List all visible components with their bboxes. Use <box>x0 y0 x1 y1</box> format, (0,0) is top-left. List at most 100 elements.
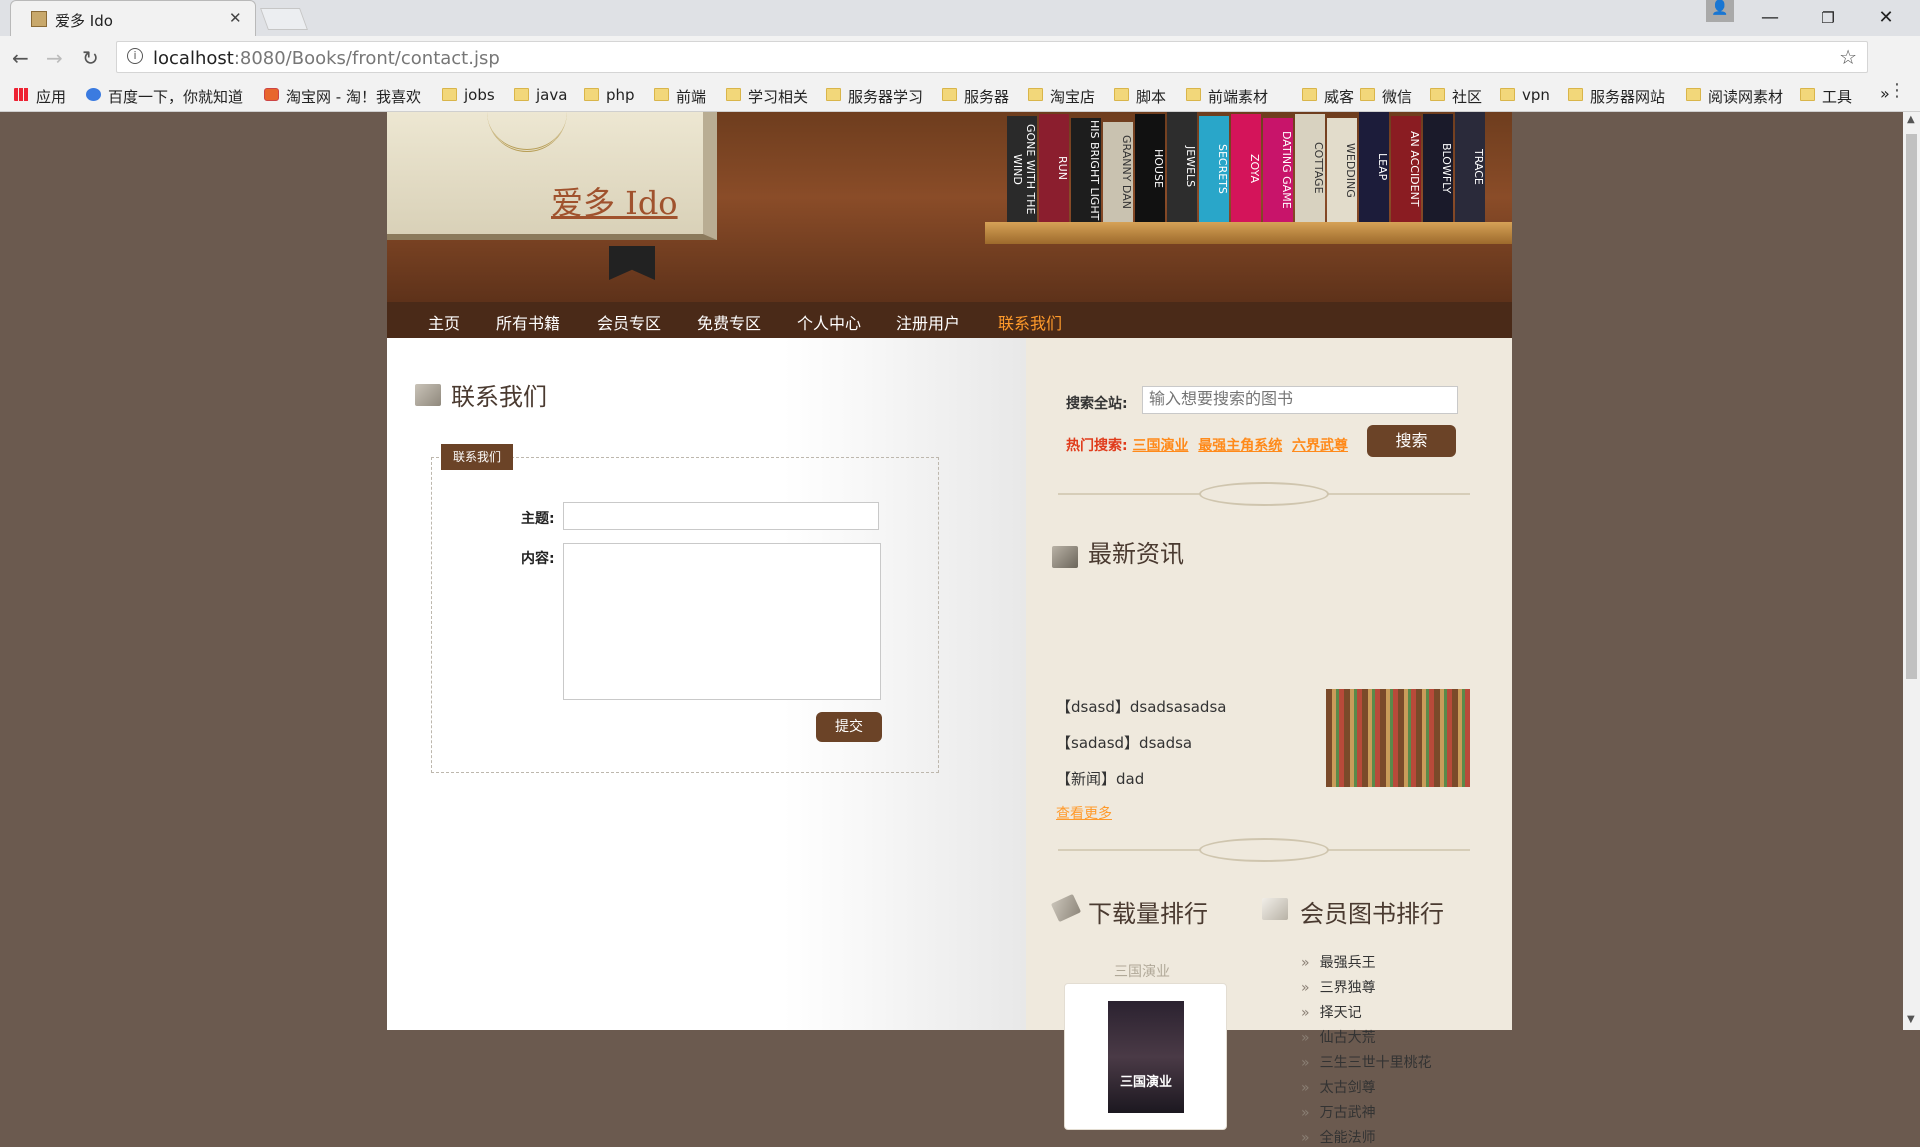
site-logo[interactable]: 爱多 Ido <box>551 178 678 224</box>
bookmark-folder[interactable]: 服务器网站 <box>1568 86 1665 107</box>
header-book-image: 爱多 Ido <box>387 112 717 240</box>
book-spine: COTTAGE <box>1295 114 1325 222</box>
member-rank-item[interactable]: » 三界独尊 <box>1301 977 1376 997</box>
folder-icon <box>514 88 529 101</box>
bookmark-folder[interactable]: java <box>514 86 567 104</box>
search-input[interactable] <box>1142 386 1458 414</box>
scrollbar-thumb[interactable] <box>1906 134 1917 679</box>
reload-icon[interactable]: ↻ <box>82 46 99 70</box>
restore-icon[interactable]: ❐ <box>1806 4 1850 32</box>
nav-register[interactable]: 注册用户 <box>896 310 960 334</box>
bookmark-apps[interactable]: 应用 <box>14 86 66 107</box>
book-spine: GONE WITH THE WIND <box>1007 116 1037 222</box>
download-book-card[interactable]: 三国演业 <box>1064 983 1227 1130</box>
bookmark-star-icon[interactable]: ☆ <box>1839 45 1857 69</box>
nav-contact-us[interactable]: 联系我们 <box>998 310 1062 334</box>
bookmark-folder[interactable]: 服务器学习 <box>826 86 923 107</box>
window-close-icon[interactable]: ✕ <box>1864 4 1908 32</box>
folder-icon <box>1114 88 1129 101</box>
chevron-right-icon: » <box>1301 1130 1310 1146</box>
divider-ornament <box>1199 482 1329 506</box>
forward-icon[interactable]: → <box>46 46 63 70</box>
folder-icon <box>1500 88 1515 101</box>
submit-button[interactable]: 提交 <box>816 712 882 742</box>
news-item[interactable]: 【sadasd】dsadsa <box>1056 732 1192 753</box>
scroll-down-icon[interactable]: ▼ <box>1907 1014 1915 1025</box>
news-item[interactable]: 【dsasd】dsadsasadsa <box>1056 696 1226 717</box>
member-rank-item[interactable]: » 仙古大荒 <box>1301 1027 1376 1047</box>
chevron-right-icon: » <box>1301 955 1310 971</box>
bookmark-folder[interactable]: 工具 <box>1800 86 1852 107</box>
download-icon <box>1050 893 1082 923</box>
bookmark-taobao[interactable]: 淘宝网 - 淘！我喜欢 <box>264 86 421 107</box>
back-icon[interactable]: ← <box>12 46 29 70</box>
bookmark-folder[interactable]: 脚本 <box>1114 86 1166 107</box>
nav-all-books[interactable]: 所有书籍 <box>496 310 560 334</box>
folder-icon <box>1686 88 1701 101</box>
member-rank-item[interactable]: » 万古武神 <box>1301 1102 1376 1122</box>
search-button[interactable]: 搜索 <box>1367 425 1456 457</box>
content-textarea[interactable] <box>563 543 881 700</box>
news-more-link[interactable]: 查看更多 <box>1056 803 1112 823</box>
member-rank-item[interactable]: » 最强兵王 <box>1301 952 1376 972</box>
subject-input[interactable] <box>563 502 879 530</box>
book-spine: ZOYA <box>1231 114 1261 222</box>
download-book-caption[interactable]: 三国演业 <box>1114 961 1170 981</box>
book-spine: WEDDING <box>1327 118 1357 222</box>
member-rank-item[interactable]: » 太古剑尊 <box>1301 1077 1376 1097</box>
apps-icon <box>14 88 29 101</box>
close-tab-icon[interactable]: ✕ <box>229 9 242 27</box>
nav-home[interactable]: 主页 <box>428 310 460 334</box>
hot-search-item[interactable]: 六界武尊 <box>1292 438 1348 454</box>
scroll-up-icon[interactable]: ▲ <box>1907 114 1915 125</box>
new-tab-button[interactable] <box>259 8 309 30</box>
more-bookmarks-icon[interactable]: » <box>1880 84 1890 103</box>
folder-icon <box>1302 88 1317 101</box>
url-text[interactable]: localhost:8080/Books/front/contact.jsp <box>153 48 500 69</box>
member-rank-item[interactable]: » 全能法师 <box>1301 1127 1376 1147</box>
news-image <box>1326 689 1470 787</box>
bookmark-folder[interactable]: 服务器 <box>942 86 1009 107</box>
browser-tab[interactable]: 爱多 Ido ✕ <box>10 0 256 36</box>
hot-search-item[interactable]: 三国演业 <box>1132 438 1188 454</box>
download-rank-title: 下载量排行 <box>1088 900 1208 928</box>
bookmark-ribbon <box>609 246 655 280</box>
search-label: 搜索全站: <box>1066 396 1128 412</box>
folder-icon <box>826 88 841 101</box>
folder-icon <box>1186 88 1201 101</box>
chevron-right-icon: » <box>1301 1080 1310 1096</box>
folder-icon <box>654 88 669 101</box>
member-rank-item[interactable]: » 择天记 <box>1301 1002 1362 1022</box>
nav-personal-center[interactable]: 个人中心 <box>797 310 861 334</box>
bookmark-baidu[interactable]: 百度一下，你就知道 <box>86 86 243 107</box>
nav-free-zone[interactable]: 免费专区 <box>697 310 761 334</box>
bookmark-folder[interactable]: php <box>584 86 635 104</box>
bookmark-folder[interactable]: 微信 <box>1360 86 1412 107</box>
bookmark-folder[interactable]: jobs <box>442 86 495 104</box>
book-spine: TRACE <box>1455 112 1485 222</box>
nav-member-zone[interactable]: 会员专区 <box>597 310 661 334</box>
tab-strip: 爱多 Ido ✕ 👤 — ❐ ✕ <box>0 0 1920 36</box>
member-rank-title: 会员图书排行 <box>1300 900 1444 928</box>
profile-icon[interactable]: 👤 <box>1706 0 1734 22</box>
bookmark-folder[interactable]: 学习相关 <box>726 86 808 107</box>
bookmark-folder[interactable]: 社区 <box>1430 86 1482 107</box>
minimize-icon[interactable]: — <box>1748 4 1792 32</box>
bookmark-folder[interactable]: 阅读网素材 <box>1686 86 1783 107</box>
bookmark-folder[interactable]: 前端素材 <box>1186 86 1268 107</box>
bookmarks-bar: 应用 百度一下，你就知道 淘宝网 - 淘！我喜欢 jobs java php 前… <box>0 80 1920 112</box>
address-bar[interactable]: i localhost:8080/Books/front/contact.jsp… <box>116 41 1868 73</box>
page-scrollbar[interactable]: ▲ ▼ <box>1903 112 1920 1030</box>
folder-icon <box>1028 88 1043 101</box>
news-item[interactable]: 【新闻】dad <box>1056 768 1144 789</box>
bookmark-folder[interactable]: 前端 <box>654 86 706 107</box>
hot-search-item[interactable]: 最强主角系统 <box>1198 438 1282 454</box>
info-icon[interactable]: i <box>127 48 143 64</box>
bookmark-folder[interactable]: vpn <box>1500 86 1550 104</box>
member-rank-item[interactable]: » 三生三世十里桃花 <box>1301 1052 1432 1072</box>
book-cover: 三国演业 <box>1108 1001 1184 1113</box>
main-nav: 主页 所有书籍 会员专区 免费专区 个人中心 注册用户 联系我们 <box>387 302 1512 338</box>
bookmark-folder[interactable]: 淘宝店 <box>1028 86 1095 107</box>
book-spine: GRANNY DAN <box>1103 122 1133 222</box>
bookmark-folder[interactable]: 威客 <box>1302 86 1354 107</box>
